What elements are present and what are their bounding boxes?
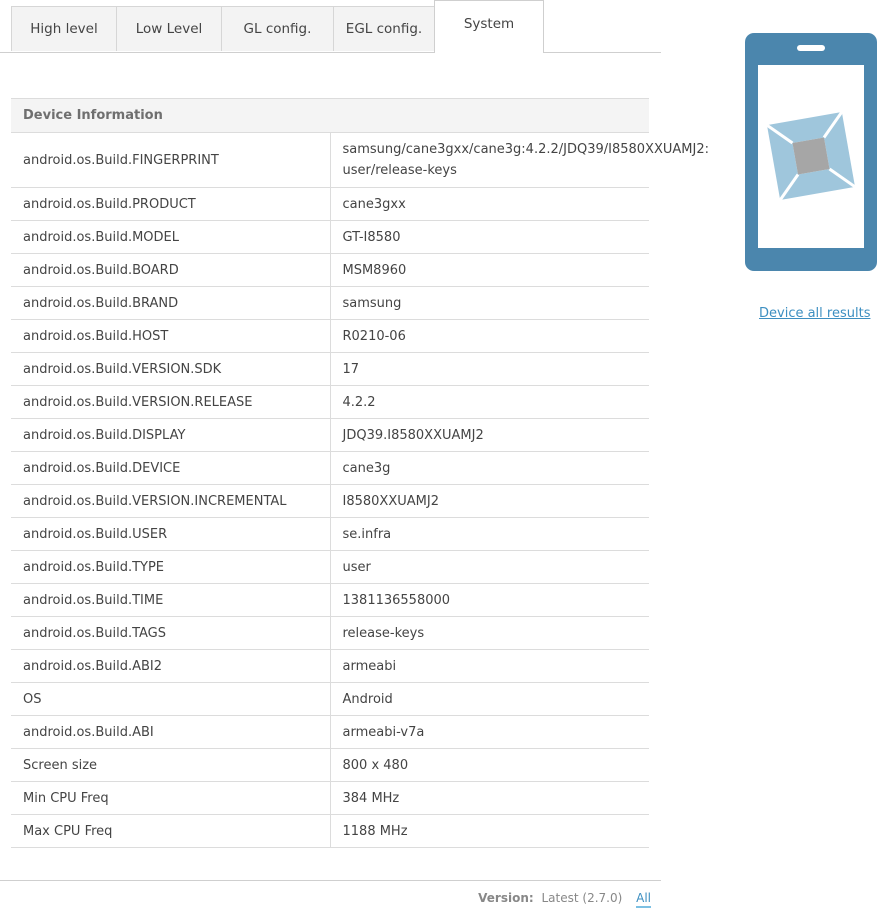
row-value: GT-I8580 [330,220,649,254]
table-row: Min CPU Freq 384 MHz [11,781,649,815]
version-info: Version: Latest (2.7.0) All [478,891,651,908]
row-key: android.os.Build.TYPE [11,550,331,584]
table-row: Max CPU Freq 1188 MHz [11,814,649,848]
table-row: android.os.Build.FINGERPRINT samsung/cane… [11,132,709,188]
row-key: android.os.Build.BRAND [11,286,331,320]
version-value: Latest (2.7.0) [541,891,623,905]
tab-high-level[interactable]: High level [11,6,117,51]
version-label: Version: [478,891,534,905]
row-value: armeabi [330,649,649,683]
row-value: I8580XXUAMJ2 [330,484,649,518]
row-value: 800 x 480 [330,748,649,782]
tab-bar: High level Low Level GL config. EGL conf… [0,0,661,53]
row-value: cane3gxx [330,187,649,221]
table-row: OS Android [11,682,649,716]
row-key: android.os.Build.VERSION.SDK [11,352,331,386]
table-row: android.os.Build.BRAND samsung [11,286,649,320]
row-key: Min CPU Freq [11,781,331,815]
tab-gl-config[interactable]: GL config. [221,6,334,51]
row-value: user [330,550,649,584]
all-versions-link[interactable]: All [636,891,651,908]
row-key: android.os.Build.ABI [11,715,331,749]
tab-low-level[interactable]: Low Level [116,6,222,51]
table-row: Screen size 800 x 480 [11,748,649,782]
table-row: android.os.Build.DISPLAY JDQ39.I8580XXUAM… [11,418,649,452]
table-row: android.os.Build.TIME 1381136558000 [11,583,649,617]
table-row: android.os.Build.VERSION.RELEASE 4.2.2 [11,385,649,419]
row-value: se.infra [330,517,649,551]
device-info-body: android.os.Build.FINGERPRINT samsung/cane… [11,132,709,848]
table-row: android.os.Build.ABI2 armeabi [11,649,649,683]
row-key: android.os.Build.HOST [11,319,331,353]
row-value: JDQ39.I8580XXUAMJ2 [330,418,649,452]
row-key: android.os.Build.DEVICE [11,451,331,485]
row-key: android.os.Build.PRODUCT [11,187,331,221]
row-value: 384 MHz [330,781,649,815]
row-value: samsung [330,286,649,320]
row-value: 17 [330,352,649,386]
row-value: 1188 MHz [330,814,649,848]
table-row: android.os.Build.BOARD MSM8960 [11,253,649,287]
row-value: R0210-06 [330,319,649,353]
row-key: OS [11,682,331,716]
row-key: Screen size [11,748,331,782]
row-value: MSM8960 [330,253,649,287]
row-key: android.os.Build.VERSION.INCREMENTAL [11,484,331,518]
table-row: android.os.Build.HOST R0210-06 [11,319,649,353]
row-key: android.os.Build.USER [11,517,331,551]
table-header-row: Device Information [11,98,649,133]
row-key: android.os.Build.BOARD [11,253,331,287]
table-row: android.os.Build.VERSION.SDK 17 [11,352,649,386]
row-key: android.os.Build.DISPLAY [11,418,331,452]
table-row: android.os.Build.DEVICE cane3g [11,451,649,485]
row-key: android.os.Build.MODEL [11,220,331,254]
row-key: android.os.Build.ABI2 [11,649,331,683]
table-row: android.os.Build.USER se.infra [11,517,649,551]
device-info-table: Device Information android.os.Build.FING… [11,98,709,848]
row-value: Android [330,682,649,716]
phone-logo-icon [745,33,877,271]
table-row: android.os.Build.PRODUCT cane3gxx [11,187,649,221]
table-row: android.os.Build.MODEL GT-I8580 [11,220,649,254]
row-value: release-keys [330,616,649,650]
row-value: 4.2.2 [330,385,649,419]
table-row: android.os.Build.TAGS release-keys [11,616,649,650]
row-key: android.os.Build.TAGS [11,616,331,650]
content-divider [0,880,661,881]
row-key: android.os.Build.VERSION.RELEASE [11,385,331,419]
device-info-header: Device Information [11,98,649,133]
row-value: armeabi-v7a [330,715,649,749]
row-key: android.os.Build.FINGERPRINT [11,132,331,188]
row-key: android.os.Build.TIME [11,583,331,617]
tab-system[interactable]: System [434,0,544,53]
row-value: 1381136558000 [330,583,649,617]
row-value: cane3g [330,451,649,485]
tab-egl-config[interactable]: EGL config. [333,6,435,51]
row-value: samsung/cane3gxx/cane3g:4.2.2/JDQ39/I858… [330,132,709,188]
table-row: android.os.Build.ABI armeabi-v7a [11,715,649,749]
table-row: android.os.Build.VERSION.INCREMENTAL I858… [11,484,649,518]
row-key: Max CPU Freq [11,814,331,848]
table-row: android.os.Build.TYPE user [11,550,649,584]
device-all-results-link[interactable]: Device all results [759,306,870,321]
